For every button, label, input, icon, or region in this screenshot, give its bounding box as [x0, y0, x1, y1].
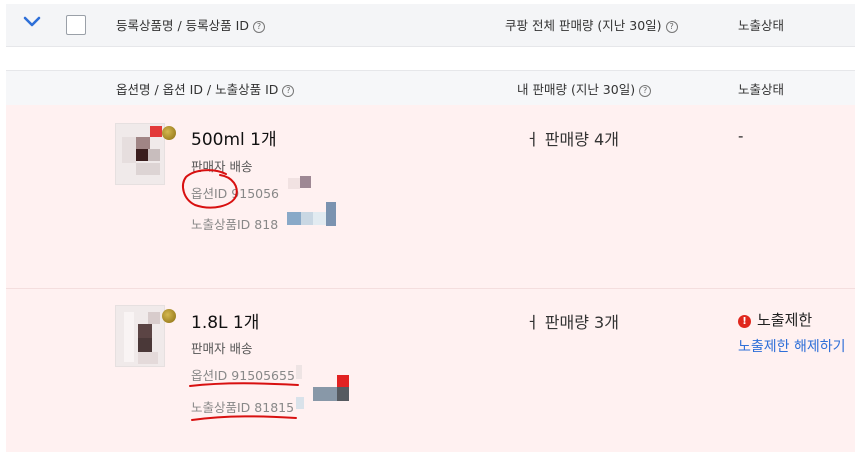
option-name: 500ml 1개 — [191, 130, 277, 150]
help-icon[interactable]: ? — [252, 21, 265, 33]
redaction-block — [296, 397, 304, 409]
redaction-block — [300, 176, 311, 188]
option-id: 옵션ID 91505655 — [191, 368, 295, 383]
option-name: 1.8L 1개 — [191, 313, 260, 333]
product-thumbnail[interactable] — [115, 123, 165, 185]
exposure-product-id: 노출상품ID 818 — [191, 217, 279, 232]
error-icon: ! — [738, 315, 751, 328]
my-sales-count: ㅓ 판매량 3개 — [525, 313, 619, 332]
seller-badge-icon — [162, 126, 176, 140]
redaction-block — [301, 212, 313, 225]
lift-restriction-link[interactable]: 노출제한 해제하기 — [738, 336, 846, 356]
exposure-status: ! 노출제한 — [738, 309, 812, 330]
product-thumbnail[interactable] — [115, 305, 165, 367]
help-icon[interactable]: ? — [665, 21, 678, 33]
redaction-block — [337, 387, 349, 401]
exposure-product-id: 노출상품ID 81815 — [191, 400, 295, 415]
exposure-status: - — [738, 127, 744, 145]
redaction-block — [326, 202, 336, 226]
redaction-block — [288, 178, 300, 189]
exposure-status-label: 노출제한 — [757, 311, 813, 329]
seller-badge-icon — [162, 309, 176, 323]
option-id: 옵션ID 915056 — [191, 186, 280, 201]
redaction-block — [313, 212, 326, 225]
header-status-column: 노출상태 — [738, 18, 785, 33]
shipping-type: 판매자 배송 — [191, 159, 253, 174]
shipping-type: 판매자 배송 — [191, 341, 253, 356]
help-icon[interactable]: ? — [639, 85, 652, 97]
subheader-option-column: 옵션명 / 옵션 ID / 노출상품 ID? — [116, 79, 295, 98]
chevron-down-icon[interactable] — [22, 15, 42, 29]
subheader-status-column: 노출상태 — [738, 82, 785, 97]
redaction-block — [287, 212, 301, 225]
subheader-sales-column: 내 판매량 (지난 30일)? — [517, 79, 652, 98]
header-product-column: 등록상품명 / 등록상품 ID? — [116, 15, 265, 34]
redaction-block — [313, 387, 337, 401]
help-icon[interactable]: ? — [282, 85, 295, 97]
select-all-checkbox[interactable] — [66, 15, 86, 35]
header-sales-column: 쿠팡 전체 판매량 (지난 30일)? — [505, 15, 678, 34]
redaction-block — [296, 365, 302, 379]
my-sales-count: ㅓ 판매량 4개 — [525, 130, 619, 149]
redaction-block — [337, 375, 349, 387]
